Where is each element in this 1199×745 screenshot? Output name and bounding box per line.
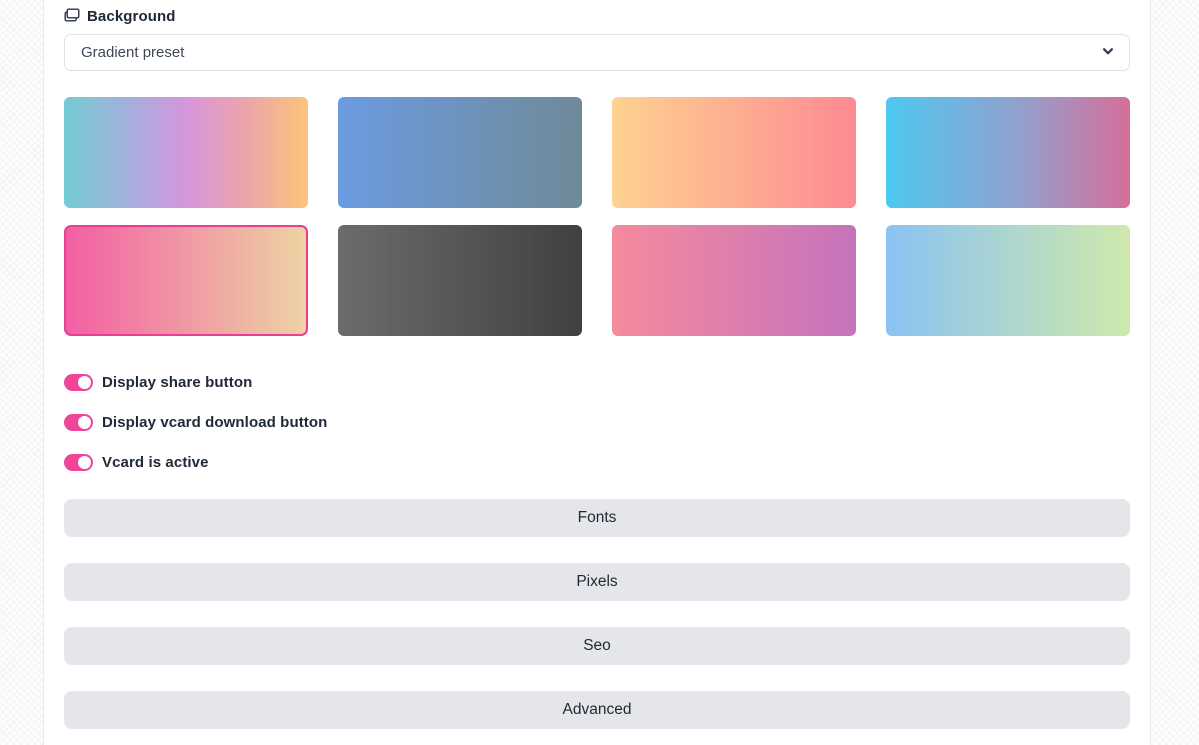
toggle-switch[interactable] (64, 454, 93, 471)
switch-knob (78, 456, 91, 469)
settings-panel: Background Gradient preset Display share… (43, 0, 1151, 745)
gradient-swatch-grid (64, 97, 1130, 336)
switch-knob (78, 416, 91, 429)
toggle-row-share: Display share button (64, 372, 1130, 392)
section-button-seo[interactable]: Seo (64, 627, 1130, 665)
gradient-swatch[interactable] (612, 97, 856, 208)
toggle-row-vcard-download: Display vcard download button (64, 412, 1130, 432)
background-field-label: Background (64, 7, 1130, 25)
switch-knob (78, 376, 91, 389)
background-label: Background (87, 8, 176, 25)
toggle-label: Display share button (102, 374, 252, 391)
section-button-fonts[interactable]: Fonts (64, 499, 1130, 537)
gradient-swatch[interactable] (338, 225, 582, 336)
images-icon (64, 8, 80, 24)
toggle-label: Display vcard download button (102, 414, 327, 431)
gradient-preset-select[interactable]: Gradient preset (64, 34, 1130, 71)
toggle-label: Vcard is active (102, 454, 209, 471)
section-button-pixels[interactable]: Pixels (64, 563, 1130, 601)
gradient-swatch[interactable] (64, 97, 308, 208)
section-button-advanced[interactable]: Advanced (64, 691, 1130, 729)
gradient-swatch[interactable] (886, 225, 1130, 336)
gradient-swatch[interactable] (612, 225, 856, 336)
gradient-swatch[interactable] (64, 225, 308, 336)
toggle-row-vcard-active: Vcard is active (64, 452, 1130, 472)
chevron-down-icon (1101, 44, 1115, 62)
gradient-swatch[interactable] (886, 97, 1130, 208)
section-accordions: Fonts Pixels Seo Advanced (64, 499, 1130, 729)
gradient-swatch[interactable] (338, 97, 582, 208)
select-value: Gradient preset (81, 44, 184, 61)
toggle-group: Display share button Display vcard downl… (64, 372, 1130, 472)
toggle-switch[interactable] (64, 374, 93, 391)
toggle-switch[interactable] (64, 414, 93, 431)
